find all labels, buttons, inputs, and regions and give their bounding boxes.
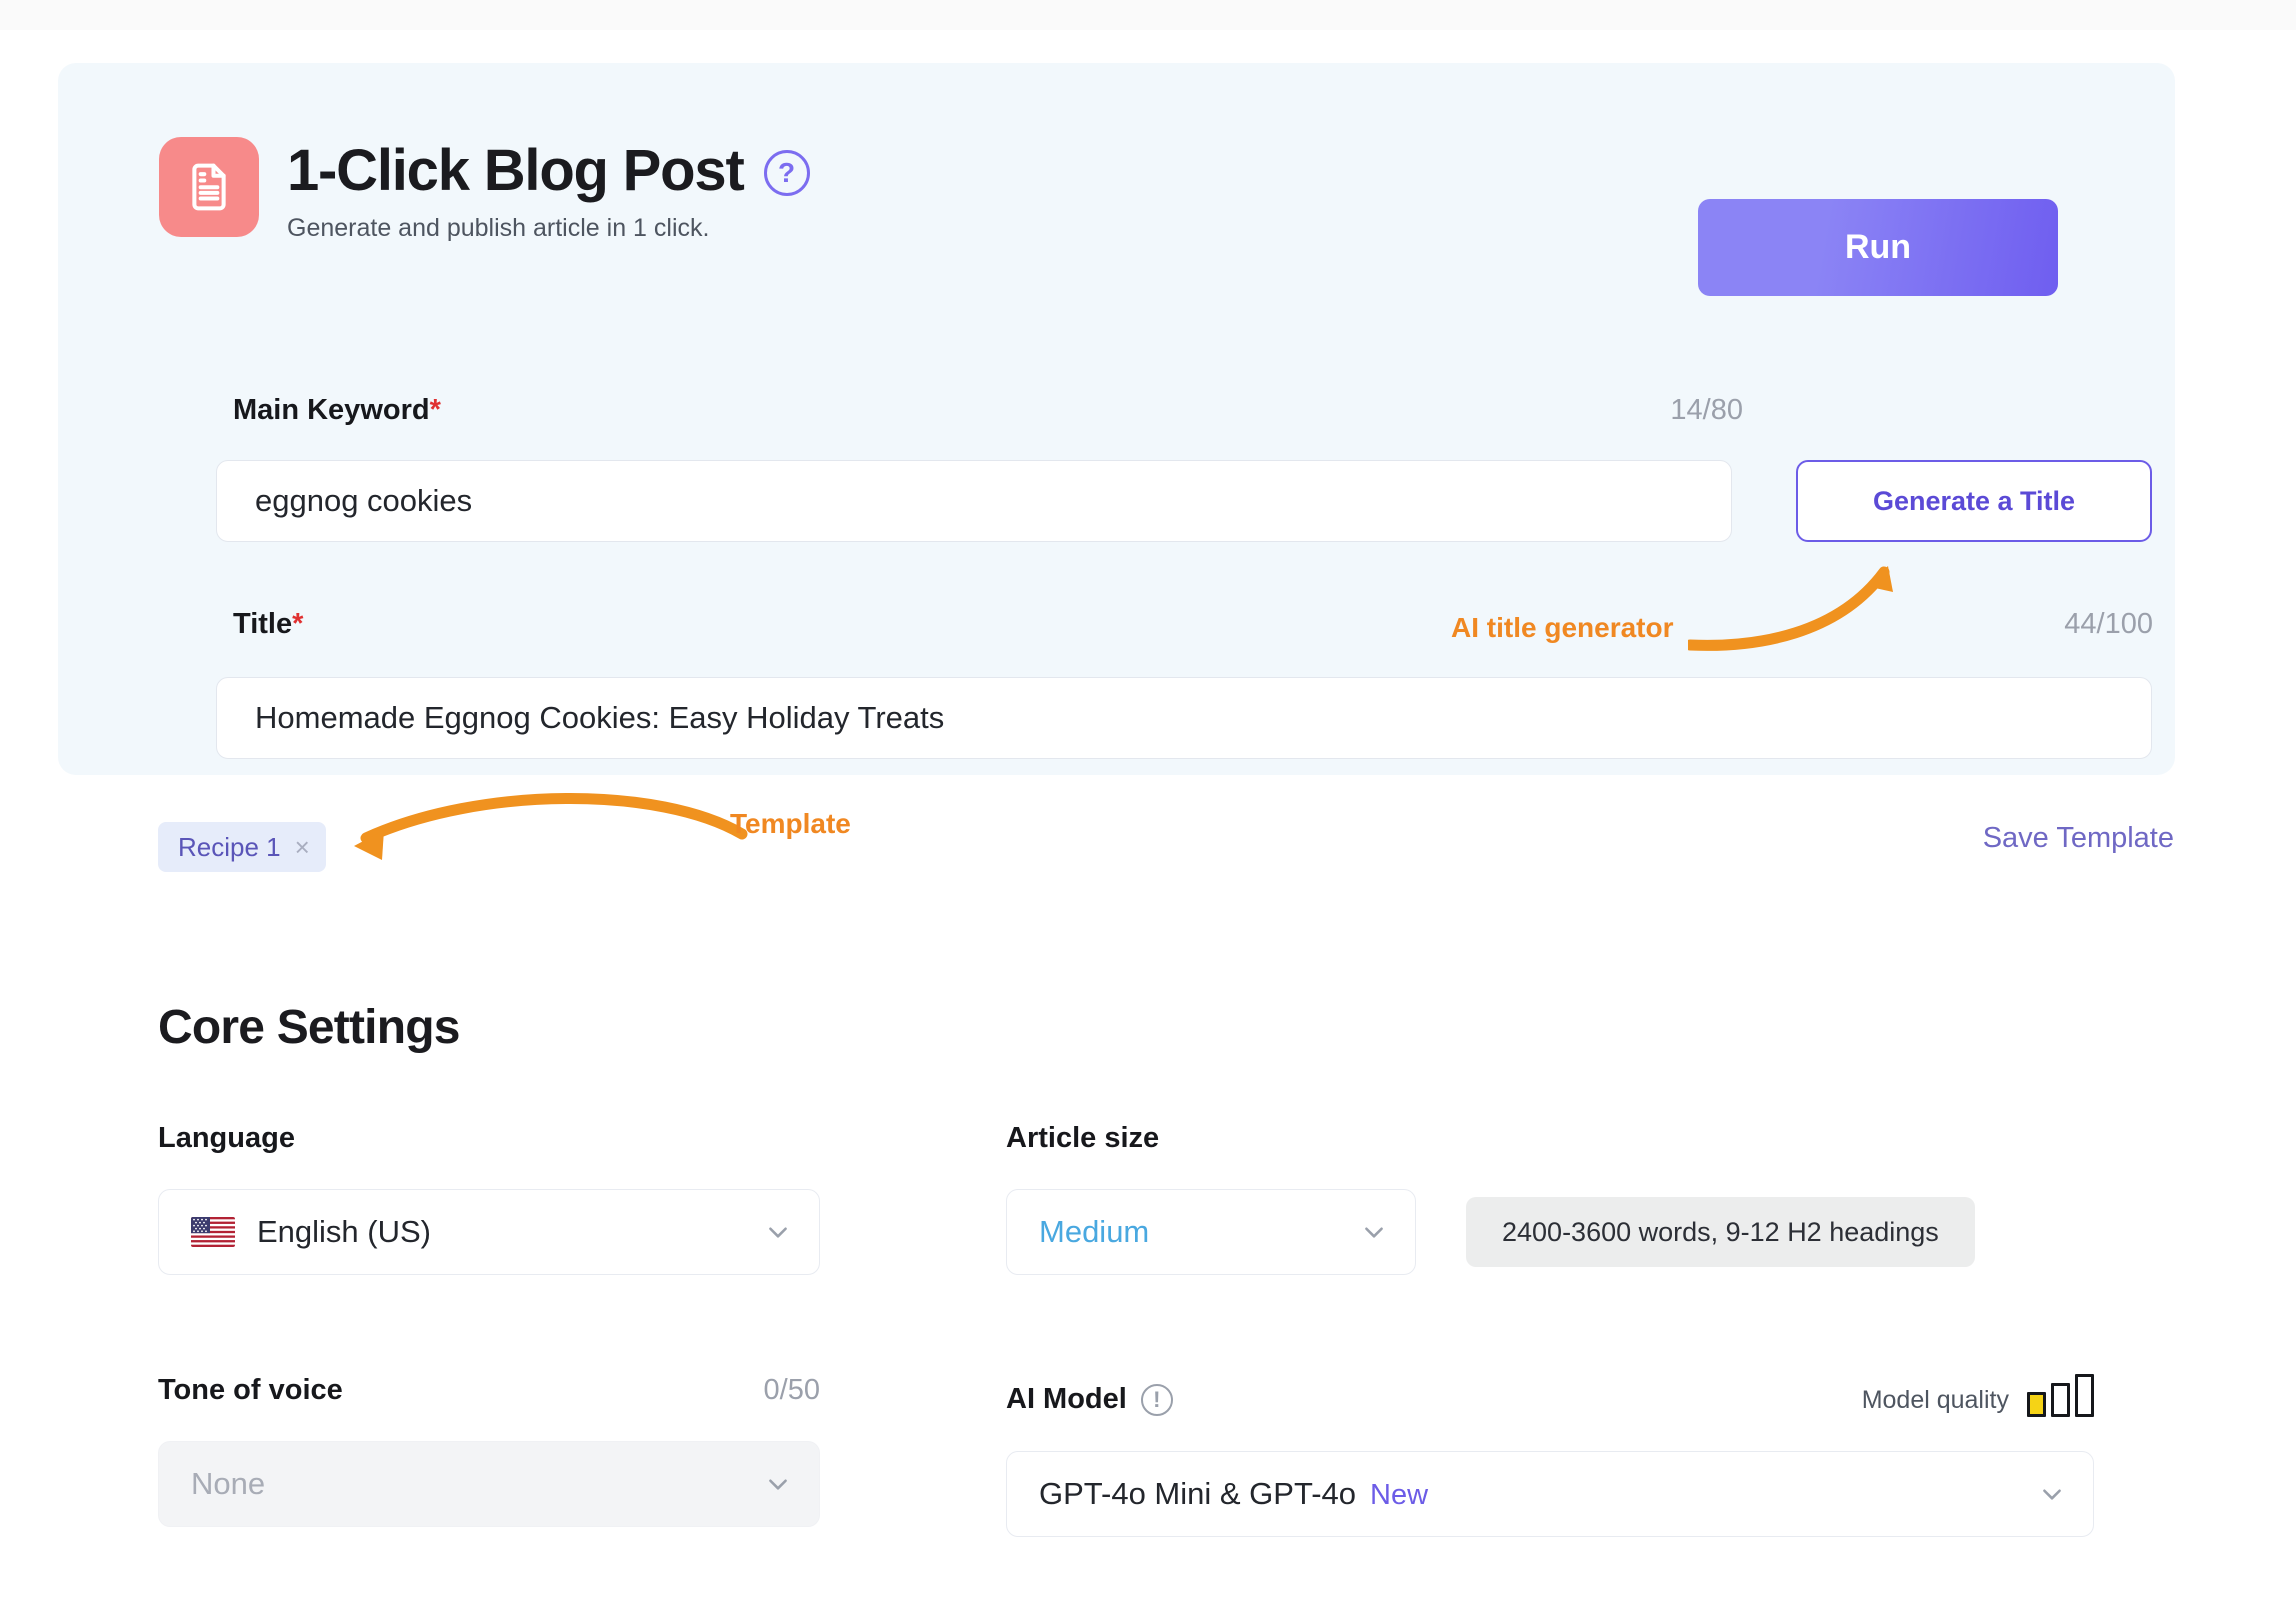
- ai-model-value: GPT-4o Mini & GPT-4o: [1039, 1476, 1356, 1511]
- ai-model-new-badge: New: [1370, 1479, 1429, 1511]
- title-input[interactable]: Homemade Eggnog Cookies: Easy Holiday Tr…: [216, 677, 2152, 759]
- main-keyword-counter: 14/80: [1670, 394, 1743, 426]
- page-title: 1-Click Blog Post: [287, 138, 745, 203]
- article-size-label-row: Article size: [1006, 1122, 2094, 1155]
- model-quality-indicator: Model quality: [1862, 1374, 2094, 1417]
- title-required-star: *: [292, 608, 304, 640]
- main-keyword-input[interactable]: eggnog cookies: [216, 460, 1732, 542]
- main-keyword-value: eggnog cookies: [255, 483, 473, 518]
- article-size-field: Article size Medium 2400-3600 words, 9-1…: [1006, 1122, 2094, 1275]
- quality-bar-2: [2051, 1383, 2070, 1417]
- quality-bar-1: [2027, 1392, 2046, 1417]
- article-size-label: Article size: [1006, 1122, 1160, 1154]
- app-title-block: 1-Click Blog Post ? Generate and publish…: [287, 137, 810, 243]
- title-label-row: Title* 44/100: [233, 608, 2153, 641]
- model-quality-label: Model quality: [1861, 1386, 2009, 1414]
- main-keyword-label-row: Main Keyword* 14/80: [233, 394, 1743, 427]
- annotation-arrow-template-icon: [354, 793, 748, 860]
- chevron-down-icon[interactable]: [2039, 1481, 2065, 1507]
- annotation-arrow-ai-title-icon: [1688, 566, 1893, 651]
- main-keyword-required-star: *: [429, 394, 441, 426]
- tone-of-voice-value: None: [191, 1466, 266, 1501]
- info-icon[interactable]: !: [1140, 1383, 1173, 1416]
- ai-model-select[interactable]: GPT-4o Mini & GPT-4o New: [1006, 1451, 2094, 1537]
- ai-model-label-row: AI Model ! Model quality: [1006, 1374, 2094, 1417]
- tone-of-voice-label-row: Tone of voice 0/50: [158, 1374, 820, 1407]
- ai-model-field: AI Model ! Model quality GPT-4o Mini & G…: [1006, 1374, 2094, 1537]
- ai-model-label-group: AI Model !: [1006, 1383, 1173, 1416]
- tone-of-voice-counter: 0/50: [763, 1374, 820, 1406]
- chevron-down-icon[interactable]: [765, 1471, 791, 1497]
- language-label: Language: [158, 1122, 295, 1154]
- blog-post-hero-card: 1-Click Blog Post ? Generate and publish…: [58, 63, 2175, 775]
- language-label-row: Language: [158, 1122, 820, 1155]
- tone-of-voice-label: Tone of voice: [158, 1374, 343, 1406]
- model-quality-bars: [2027, 1374, 2094, 1417]
- close-icon[interactable]: ×: [295, 834, 310, 860]
- app-subtitle: Generate and publish article in 1 click.: [287, 213, 710, 242]
- title-label-text: Title: [233, 608, 293, 640]
- article-size-value: Medium: [1039, 1214, 1150, 1249]
- article-size-select[interactable]: Medium: [1006, 1189, 1416, 1275]
- annotation-template: Template: [730, 808, 851, 839]
- document-icon: [159, 137, 259, 237]
- top-band: [0, 0, 2296, 30]
- language-field: Language English (US): [158, 1122, 820, 1275]
- template-chip-recipe-1[interactable]: Recipe 1 ×: [158, 822, 326, 872]
- chevron-down-icon[interactable]: [1361, 1219, 1387, 1245]
- tone-of-voice-field: Tone of voice 0/50 None: [158, 1374, 820, 1527]
- language-select[interactable]: English (US): [158, 1189, 820, 1275]
- us-flag-icon: [191, 1217, 235, 1247]
- page-root: 1-Click Blog Post ? Generate and publish…: [0, 0, 2296, 1598]
- language-value: English (US): [257, 1214, 431, 1249]
- app-header: 1-Click Blog Post ? Generate and publish…: [159, 137, 810, 243]
- save-template-link[interactable]: Save Template: [1983, 822, 2174, 855]
- annotation-ai-title-generator: AI title generator: [1451, 612, 1674, 643]
- main-keyword-label: Main Keyword*: [233, 394, 441, 427]
- run-button[interactable]: Run: [1698, 199, 2058, 296]
- ai-model-label: AI Model: [1006, 1383, 1127, 1415]
- core-settings-heading: Core Settings: [158, 1001, 460, 1054]
- template-chip-label: Recipe 1: [178, 831, 281, 862]
- title-value: Homemade Eggnog Cookies: Easy Holiday Tr…: [255, 700, 945, 735]
- help-icon[interactable]: ?: [763, 150, 810, 197]
- title-label: Title*: [233, 608, 303, 641]
- chevron-down-icon[interactable]: [765, 1219, 791, 1245]
- generate-a-title-button[interactable]: Generate a Title: [1796, 460, 2152, 542]
- quality-bar-3: [2075, 1374, 2094, 1417]
- tone-of-voice-select[interactable]: None: [158, 1441, 820, 1527]
- main-keyword-label-text: Main Keyword: [233, 394, 430, 426]
- title-counter: 44/100: [2064, 608, 2153, 640]
- article-size-hint: 2400-3600 words, 9-12 H2 headings: [1466, 1197, 1975, 1267]
